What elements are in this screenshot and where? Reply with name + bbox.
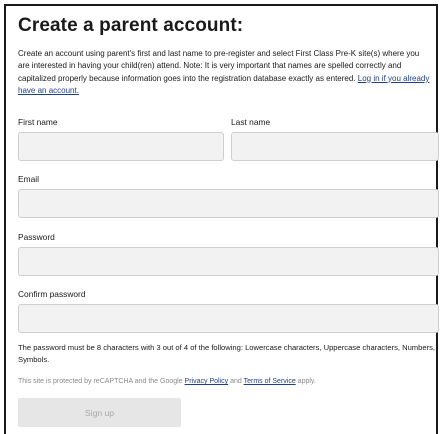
password-requirements: The password must be 8 characters with 3… <box>18 343 436 364</box>
confirm-password-input[interactable] <box>18 304 439 333</box>
recaptcha-and: and <box>230 378 242 385</box>
privacy-policy-link[interactable]: Privacy Policy <box>185 378 229 385</box>
terms-of-service-link[interactable]: Terms of Service <box>244 378 296 385</box>
email-label: Email <box>18 174 39 184</box>
confirm-password-label: Confirm password <box>18 289 86 299</box>
form-panel: Create a parent account: Create an accou… <box>4 4 439 434</box>
recaptcha-notice: This site is protected by reCAPTCHA and … <box>18 378 316 385</box>
sign-up-button[interactable]: Sign up <box>18 398 181 427</box>
recaptcha-prefix: This site is protected by reCAPTCHA and … <box>18 378 183 385</box>
page-title: Create a parent account: <box>18 15 244 36</box>
intro-text: Create an account using parent's first a… <box>18 48 433 97</box>
first-name-input[interactable] <box>18 132 224 161</box>
last-name-label: Last name <box>231 117 271 127</box>
last-name-input[interactable] <box>231 132 439 161</box>
password-input[interactable] <box>18 247 439 276</box>
first-name-label: First name <box>18 117 58 127</box>
email-input[interactable] <box>18 189 439 218</box>
recaptcha-suffix: apply. <box>297 378 316 385</box>
password-label: Password <box>18 232 55 242</box>
